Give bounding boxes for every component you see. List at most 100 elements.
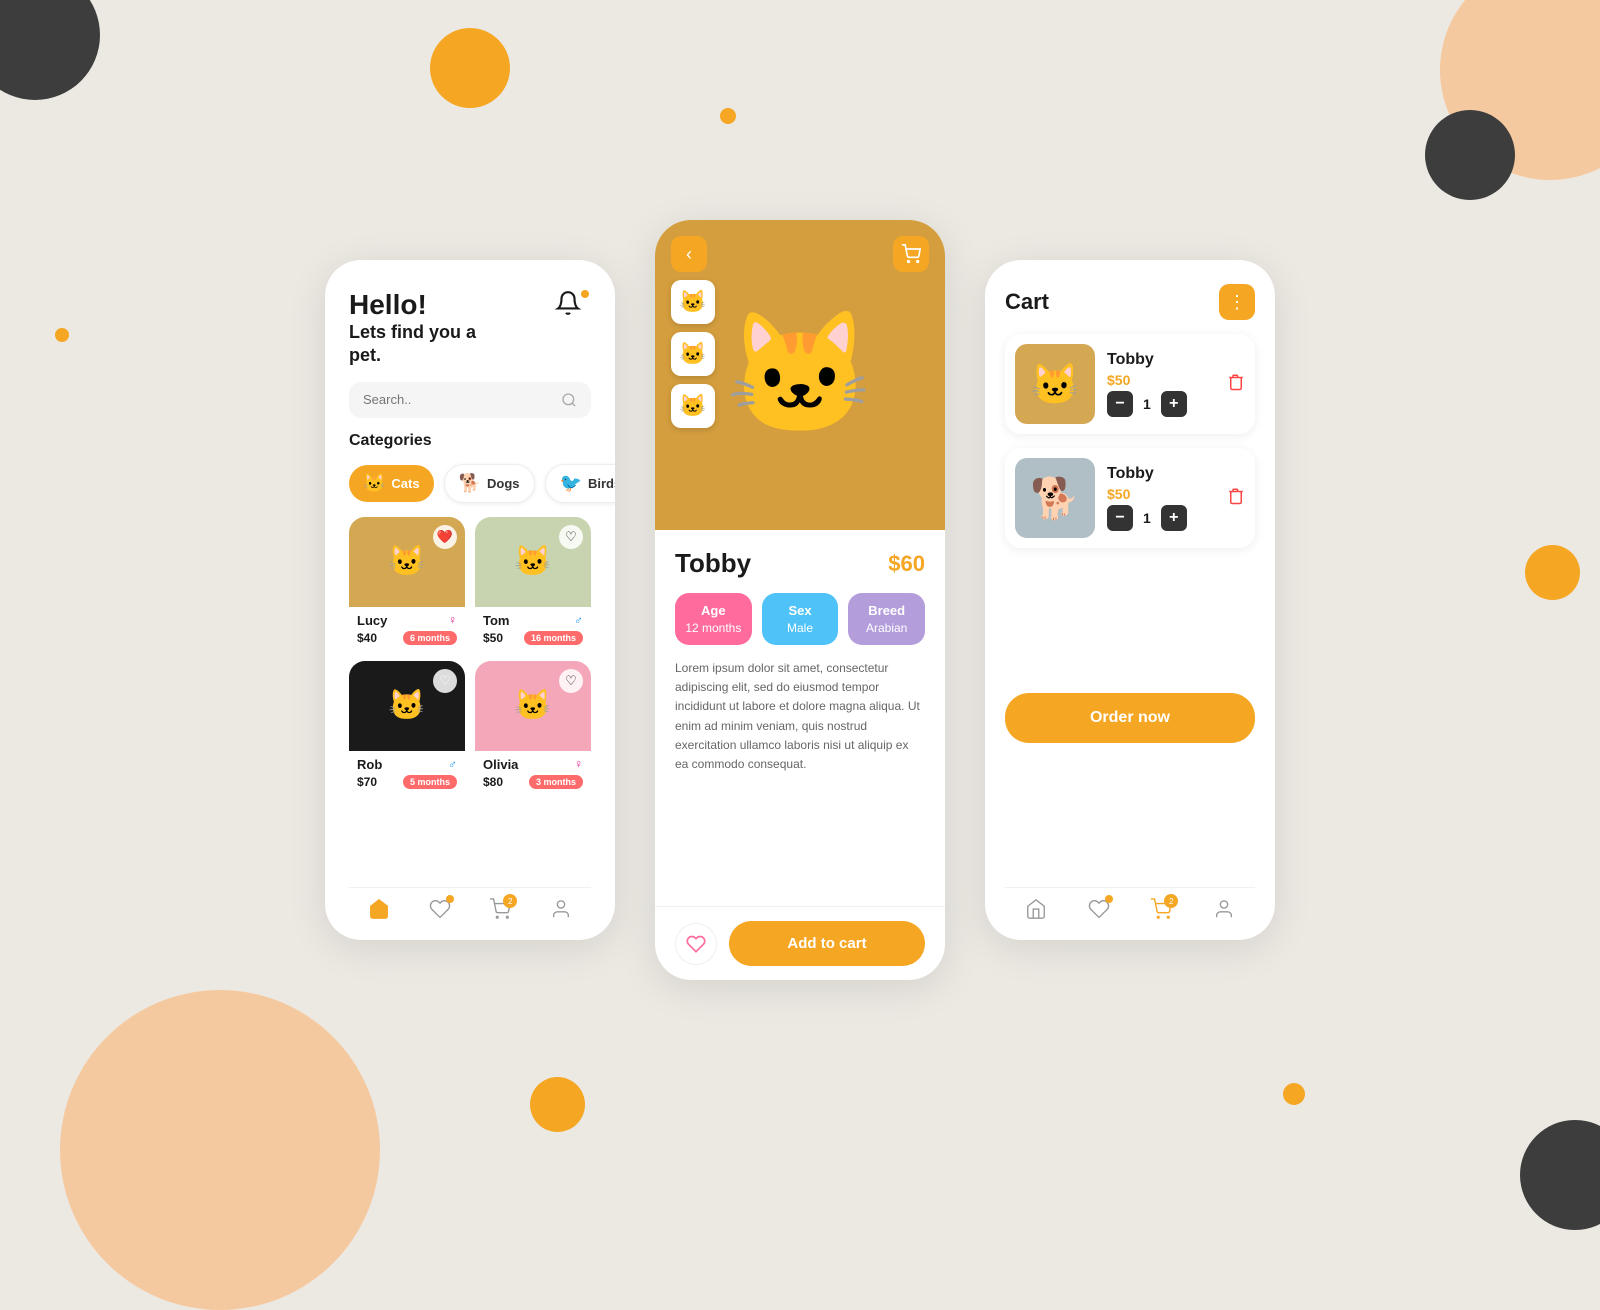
cart-item-tobby2-name: Tobby xyxy=(1107,465,1215,483)
heart-nav-dot xyxy=(446,895,454,903)
pet-grid: 🐱 ❤️ Lucy ♀ $40 6 months 🐱 ♡ xyxy=(349,517,591,795)
rob-price: $70 xyxy=(357,775,377,789)
category-dogs[interactable]: 🐕 Dogs xyxy=(444,464,535,503)
rob-age: 5 months xyxy=(403,775,457,789)
pet-hero-section: 🐱 ‹ 🐱 🐱 🐱 xyxy=(655,220,945,530)
cart-item-tobby2-image: 🐕 xyxy=(1015,458,1095,538)
cart-item-tobby2-info: Tobby $50 − 1 + xyxy=(1107,465,1215,531)
categories-label: Categories xyxy=(349,432,591,450)
cart-item-tobby1-image: 🐱 xyxy=(1015,344,1095,424)
olivia-name: Olivia xyxy=(483,757,518,772)
thumb-3[interactable]: 🐱 xyxy=(671,384,715,428)
lucy-favorite-button[interactable]: ❤️ xyxy=(433,525,457,549)
hero-cart-button[interactable] xyxy=(893,236,929,272)
tobby2-decrease-button[interactable]: − xyxy=(1107,505,1133,531)
cart-badge-count: 2 xyxy=(1164,894,1178,908)
dogs-label: Dogs xyxy=(487,476,520,491)
cart-item-tobby1-price: $50 xyxy=(1107,372,1215,388)
birds-label: Birds xyxy=(588,476,615,491)
olivia-age: 3 months xyxy=(529,775,583,789)
cart-item-tobby2-price: $50 xyxy=(1107,486,1215,502)
tom-price: $50 xyxy=(483,631,503,645)
thumbnail-list: 🐱 🐱 🐱 xyxy=(671,280,715,428)
lucy-name: Lucy xyxy=(357,613,387,628)
home-header: Hello! Lets find you a pet. xyxy=(349,290,591,368)
detail-header: Tobby $60 xyxy=(675,548,925,579)
tom-info: Tom ♂ $50 16 months xyxy=(475,607,591,651)
tobby1-increase-button[interactable]: + xyxy=(1161,391,1187,417)
lucy-age: 6 months xyxy=(403,631,457,645)
thumb-1[interactable]: 🐱 xyxy=(671,280,715,324)
greeting-text: Hello! xyxy=(349,290,476,321)
lucy-price: $40 xyxy=(357,631,377,645)
nav-home-icon[interactable] xyxy=(368,898,390,920)
nav-heart-icon[interactable] xyxy=(429,898,451,920)
tom-name: Tom xyxy=(483,613,509,628)
lucy-gender-icon: ♀ xyxy=(448,613,457,627)
rob-info: Rob ♂ $70 5 months xyxy=(349,751,465,795)
notification-bell-icon[interactable] xyxy=(555,290,591,326)
nav-profile-icon[interactable] xyxy=(550,898,572,920)
cart-nav-badge: 2 xyxy=(503,894,517,908)
pet-card-rob[interactable]: 🐱 ♡ Rob ♂ $70 5 months xyxy=(349,661,465,795)
tobby1-decrease-button[interactable]: − xyxy=(1107,391,1133,417)
pet-card-lucy[interactable]: 🐱 ❤️ Lucy ♀ $40 6 months xyxy=(349,517,465,651)
tom-favorite-button[interactable]: ♡ xyxy=(559,525,583,549)
sex-stat: Sex Male xyxy=(762,593,839,645)
cart-heart-dot xyxy=(1105,895,1113,903)
cart-item-tobby1-name: Tobby xyxy=(1107,351,1215,369)
lucy-info: Lucy ♀ $40 6 months xyxy=(349,607,465,651)
olivia-price: $80 xyxy=(483,775,503,789)
category-cats[interactable]: 🐱 Cats xyxy=(349,465,434,502)
tom-age: 16 months xyxy=(524,631,583,645)
home-bottom-nav: 2 xyxy=(349,887,591,924)
search-bar[interactable] xyxy=(349,382,591,418)
olivia-gender-icon: ♀ xyxy=(574,757,583,771)
subtitle-text: Lets find you a pet. xyxy=(349,321,476,368)
tobby1-qty-value: 1 xyxy=(1143,396,1151,412)
cart-bottom-nav: 2 xyxy=(1005,887,1255,924)
search-input[interactable] xyxy=(363,392,553,407)
cart-item-tobby2: 🐕 Tobby $50 − 1 + xyxy=(1005,448,1255,548)
nav-cart-icon[interactable]: 2 xyxy=(489,898,511,920)
detail-body: Tobby $60 Age 12 months Sex Male Breed A… xyxy=(655,530,945,906)
notification-dot xyxy=(581,290,589,298)
detail-footer: Add to cart xyxy=(655,906,945,980)
detail-pet-name: Tobby xyxy=(675,548,751,579)
cart-title: Cart xyxy=(1005,289,1049,315)
cats-label: Cats xyxy=(391,476,419,491)
cart-nav-home-icon[interactable] xyxy=(1025,898,1047,920)
tobby2-increase-button[interactable]: + xyxy=(1161,505,1187,531)
phone-cart: Cart ⋮ 🐱 Tobby $50 − 1 + 🐕 Tobby xyxy=(985,260,1275,940)
tom-gender-icon: ♂ xyxy=(574,613,583,627)
cart-item-tobby1-info: Tobby $50 − 1 + xyxy=(1107,351,1215,417)
pet-card-tom[interactable]: 🐱 ♡ Tom ♂ $50 16 months xyxy=(475,517,591,651)
rob-gender-icon: ♂ xyxy=(448,757,457,771)
olivia-info: Olivia ♀ $80 3 months xyxy=(475,751,591,795)
tobby2-qty-value: 1 xyxy=(1143,510,1151,526)
cart-menu-button[interactable]: ⋮ xyxy=(1219,284,1255,320)
thumb-2[interactable]: 🐱 xyxy=(671,332,715,376)
cart-item-tobby2-qty: − 1 + xyxy=(1107,505,1215,531)
cart-nav-profile-icon[interactable] xyxy=(1213,898,1235,920)
pet-stats-row: Age 12 months Sex Male Breed Arabian xyxy=(675,593,925,645)
home-title: Hello! Lets find you a pet. xyxy=(349,290,476,368)
cart-nav-heart-icon[interactable] xyxy=(1088,898,1110,920)
cart-header: Cart ⋮ xyxy=(1005,284,1255,320)
olivia-favorite-button[interactable]: ♡ xyxy=(559,669,583,693)
detail-favorite-button[interactable] xyxy=(675,923,717,965)
cart-nav-cart-icon[interactable]: 2 xyxy=(1150,898,1172,920)
tobby2-delete-button[interactable] xyxy=(1227,486,1245,511)
add-to-cart-button[interactable]: Add to cart xyxy=(729,921,925,966)
rob-name: Rob xyxy=(357,757,382,772)
order-now-button[interactable]: Order now xyxy=(1005,693,1255,743)
tobby1-delete-button[interactable] xyxy=(1227,372,1245,397)
pet-card-olivia[interactable]: 🐱 ♡ Olivia ♀ $80 3 months xyxy=(475,661,591,795)
pet-description: Lorem ipsum dolor sit amet, consectetur … xyxy=(675,659,925,774)
breed-stat: Breed Arabian xyxy=(848,593,925,645)
phone-home: Hello! Lets find you a pet. Cat xyxy=(325,260,615,940)
search-icon xyxy=(561,392,577,408)
rob-favorite-button[interactable]: ♡ xyxy=(433,669,457,693)
category-birds[interactable]: 🐦 Birds xyxy=(545,464,615,503)
back-button[interactable]: ‹ xyxy=(671,236,707,272)
